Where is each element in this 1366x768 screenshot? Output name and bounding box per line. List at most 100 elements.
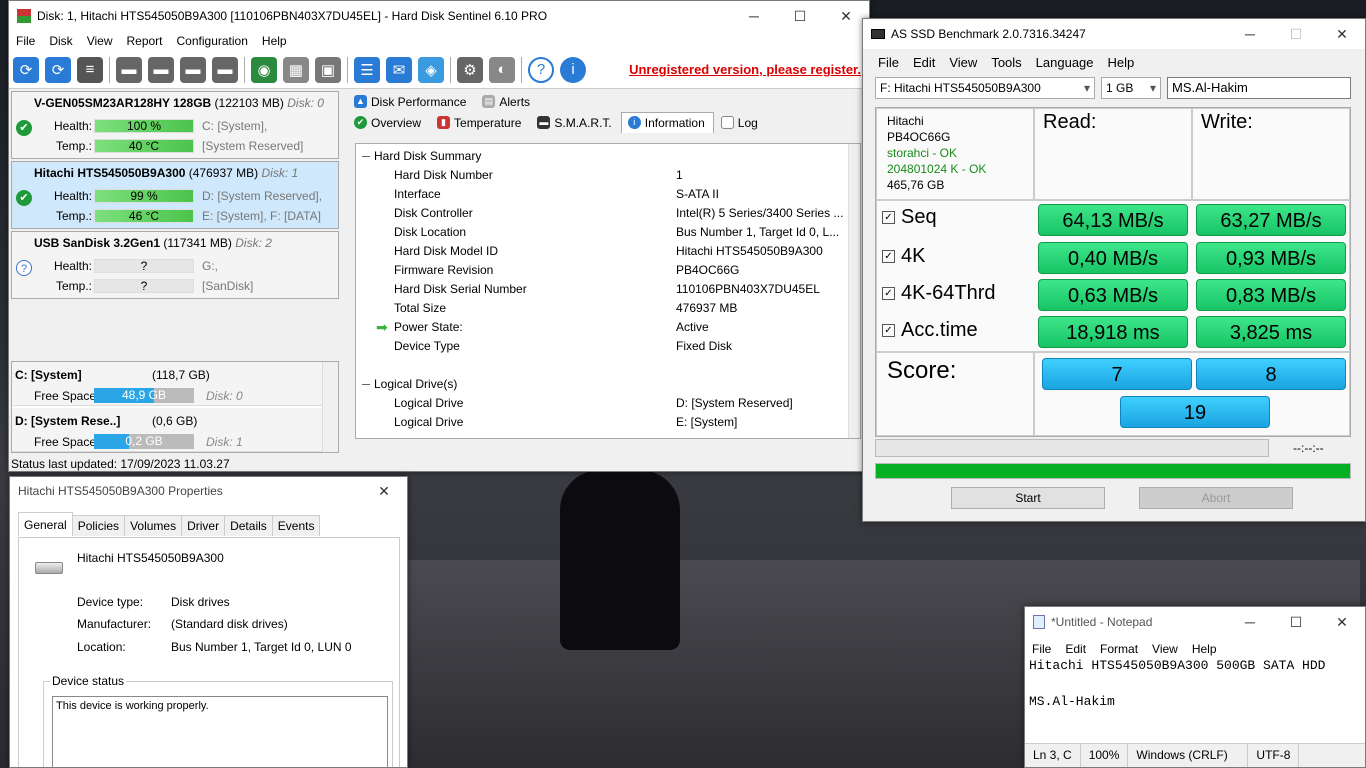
menu-edit[interactable]: Edit [1058,642,1093,656]
health-label: Health: [53,259,92,273]
menu-edit[interactable]: Edit [906,55,942,70]
menu-disk[interactable]: Disk [42,34,79,48]
tab-events[interactable]: Events [271,515,321,536]
menu-file[interactable]: File [871,55,906,70]
menu-help[interactable]: Help [1185,642,1224,656]
close-button[interactable]: ✕ [361,477,407,506]
write-header: Write: [1192,108,1350,200]
minimize-button[interactable]: ─ [1227,607,1273,637]
test-4k-64thrd[interactable]: ✓ 4K-64Thrd [882,282,996,305]
tab-details[interactable]: Details [224,515,273,536]
general-panel: Hitachi HTS545050B9A300 Device type: Dis… [18,537,400,767]
disk-item-2[interactable]: USB SanDisk 3.2Gen1 (117341 MB) Disk: 2 … [11,231,339,299]
maximize-button[interactable]: ☐ [1273,19,1319,49]
menu-language[interactable]: Language [1029,55,1101,70]
drive-item-c[interactable]: C: [System] (118,7 GB) Free Space 48,9 G… [12,362,322,406]
start-button[interactable]: Start [951,487,1105,509]
gear-icon[interactable]: ⚙ [457,56,483,83]
drive-scrollbar[interactable] [322,362,338,452]
mail-icon[interactable]: ✉ [386,56,412,83]
minimize-button[interactable]: ─ [731,1,777,31]
refresh-warning-icon[interactable]: ⟳ [45,56,71,83]
tab-driver[interactable]: Driver [181,515,226,536]
abort-button[interactable]: Abort [1139,487,1293,509]
asssd-window: AS SSD Benchmark 2.0.7316.34247 ─ ☐ ✕ Fi… [862,18,1366,522]
menu-view[interactable]: View [1145,642,1185,656]
drive-size: (0,6 GB) [152,414,198,428]
wallpaper-figure [560,470,680,650]
disk-list-icon[interactable]: ≡ [77,56,103,83]
disk-item-0[interactable]: V-GEN05SM23AR128HY 128GB (122103 MB) Dis… [11,91,339,159]
minimize-button[interactable]: ─ [1227,19,1273,49]
tab-log[interactable]: Log [714,112,767,133]
line-ending: Windows (CRLF) [1128,744,1249,767]
refresh-icon[interactable]: ⟳ [13,56,39,83]
size-select[interactable]: 1 GB [1101,77,1161,99]
menu-help[interactable]: Help [1101,55,1142,70]
seq-write-result: 63,27 MB/s [1196,204,1346,236]
disk-search-icon[interactable]: ▬ [212,56,238,83]
network-icon[interactable]: ◉ [251,56,277,83]
menu-configuration[interactable]: Configuration [170,34,255,48]
drive-name: C: [System] [15,368,82,382]
score-read: 7 [1042,358,1192,390]
tab-information[interactable]: i Information [620,112,714,133]
drive-item-d[interactable]: D: [System Rese..] (0,6 GB) Free Space 0… [12,408,322,452]
disk-test-icon[interactable]: ▬ [116,56,142,83]
menu-format[interactable]: Format [1093,642,1145,656]
menu-help[interactable]: Help [255,34,294,48]
test-acc-time[interactable]: ✓ Acc.time [882,319,978,342]
maximize-button[interactable]: ☐ [777,1,823,31]
tab-volumes[interactable]: Volumes [124,515,183,536]
status-text: Status last updated: 17/09/2023 11.03.27 [11,457,230,471]
app-icon [17,9,31,23]
maximize-button[interactable]: ☐ [1273,607,1319,637]
read-header: Read: [1034,108,1192,200]
asssd-title: AS SSD Benchmark 2.0.7316.34247 [891,27,1086,41]
tab-temperature[interactable]: ▮ Temperature [430,112,530,133]
score-total: 19 [1120,396,1270,428]
unregistered-link[interactable]: Unregistered version, please register. [629,62,861,77]
menu-file[interactable]: File [9,34,42,48]
menu-report[interactable]: Report [119,34,169,48]
menu-view[interactable]: View [942,55,984,70]
info-scrollbar[interactable] [848,144,860,438]
disk-ok-icon[interactable]: ▬ [180,56,206,83]
report-icon[interactable]: ☰ [354,56,380,83]
sound-icon[interactable]: ◐ [489,56,515,83]
drive-select[interactable]: F: Hitachi HTS545050B9A300 [875,77,1095,99]
zoom-level: 100% [1081,744,1129,767]
menu-file[interactable]: File [1025,642,1058,656]
close-button[interactable]: ✕ [1319,607,1365,637]
disk-item-1[interactable]: Hitachi HTS545050B9A300 (476937 MB) Disk… [11,161,339,229]
properties-window: Hitachi HTS545050B9A300 Properties ✕ Gen… [9,476,408,768]
tab-policies[interactable]: Policies [71,515,126,536]
tab-general[interactable]: General [18,512,73,536]
tab-disk-performance[interactable]: ▲ Disk Performance [347,91,475,112]
info-icon[interactable]: i [560,56,586,83]
test-4k[interactable]: ✓ 4K [882,245,925,268]
hardware-icon[interactable]: ▦ [283,56,309,83]
close-button[interactable]: ✕ [1319,19,1365,49]
name-input[interactable]: MS.Al-Hakim [1167,77,1351,99]
section-logical-drives[interactable]: Logical Drive(s) [362,377,457,391]
tab-alerts[interactable]: ▤ Alerts [475,91,539,112]
drive-icon[interactable]: ▣ [315,56,341,83]
disk-schedule-icon[interactable]: ▬ [148,56,174,83]
asssd-titlebar: AS SSD Benchmark 2.0.7316.34247 ─ ☐ ✕ [863,19,1365,49]
menu-tools[interactable]: Tools [984,55,1028,70]
web-icon[interactable]: ◈ [418,56,444,83]
properties-title: Hitachi HTS545050B9A300 Properties [18,484,223,498]
disk-name: Hitachi HTS545050B9A300 (476937 MB) Disk… [34,166,299,180]
notepad-text-area[interactable]: Hitachi HTS545050B9A300 500GB SATA HDD MS… [1029,657,1325,711]
menu-view[interactable]: View [80,34,120,48]
help-icon[interactable]: ? [528,56,554,83]
elapsed-time: --:--:-- [1293,441,1324,455]
device-status-text[interactable]: This device is working properly. [52,696,388,767]
device-type-label: Device type: [77,595,144,609]
tab-overview[interactable]: ✔ Overview [347,112,430,133]
info-driver: storahci - OK [887,146,958,160]
tab-smart[interactable]: ▬ S.M.A.R.T. [530,112,620,133]
test-seq[interactable]: ✓ Seq [882,206,937,229]
section-hard-disk-summary[interactable]: Hard Disk Summary [362,149,481,163]
